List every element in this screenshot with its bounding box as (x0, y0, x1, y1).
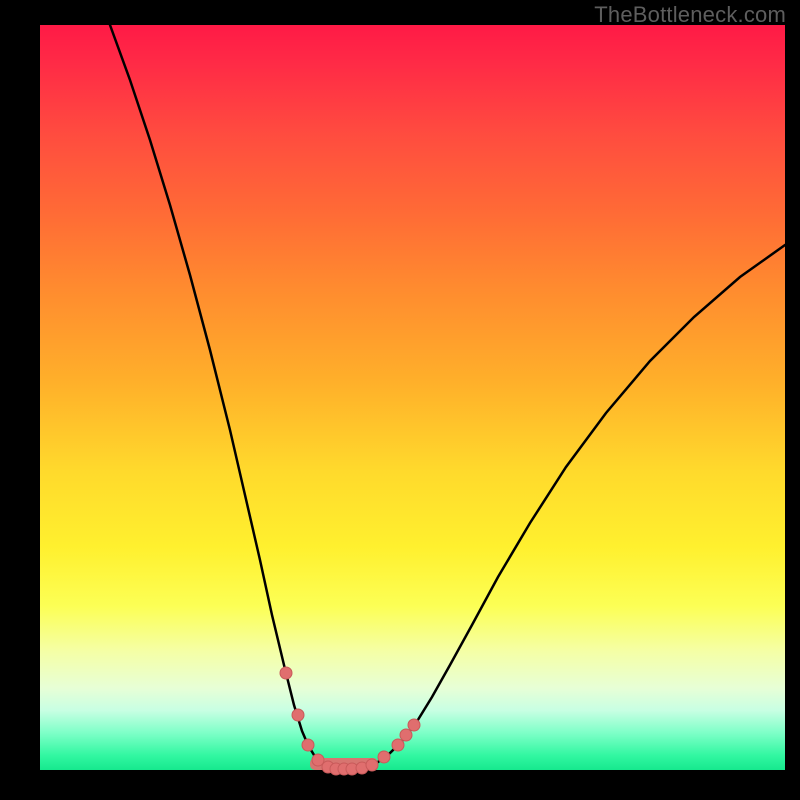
scatter-dot (378, 751, 390, 763)
scatter-dot (400, 729, 412, 741)
scatter-dot (392, 739, 404, 751)
scatter-dot (408, 719, 420, 731)
chart-frame: TheBottleneck.com (0, 0, 800, 800)
scatter-dot (366, 759, 378, 771)
scatter-dot (280, 667, 292, 679)
bottleneck-curve (110, 25, 785, 769)
chart-svg (40, 25, 785, 770)
plot-area (40, 25, 785, 770)
watermark-text: TheBottleneck.com (594, 2, 786, 28)
scatter-dot (302, 739, 314, 751)
scatter-dot (292, 709, 304, 721)
